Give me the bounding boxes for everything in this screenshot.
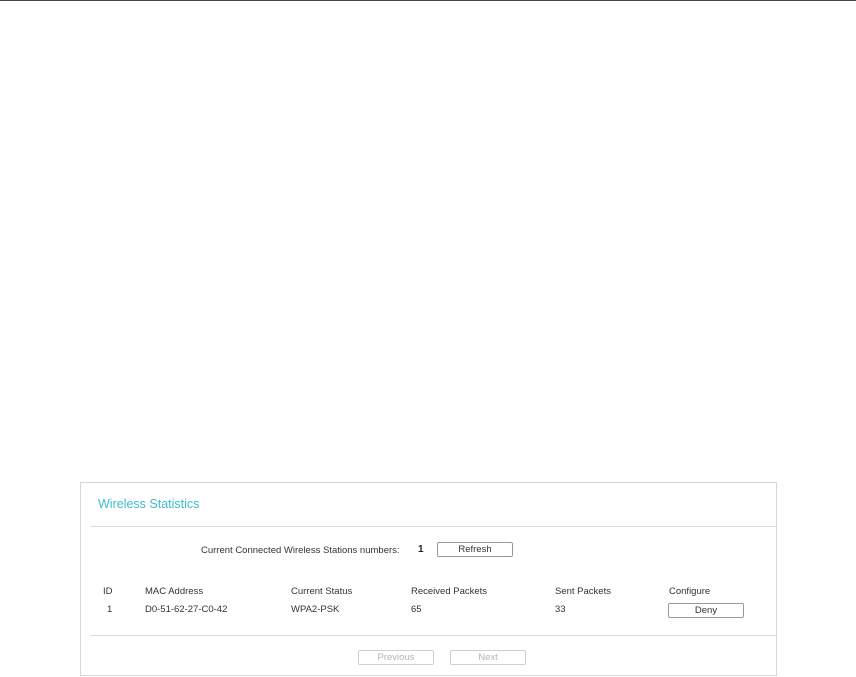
stations-label: Current Connected Wireless Stations numb… — [201, 545, 400, 556]
deny-button[interactable]: Deny — [668, 603, 744, 618]
header-sent-packets: Sent Packets — [555, 586, 611, 597]
title-divider — [90, 526, 776, 527]
cell-sent-packets: 33 — [555, 604, 566, 615]
header-mac-address: MAC Address — [145, 586, 204, 597]
wireless-statistics-panel: Wireless Statistics Current Connected Wi… — [80, 482, 777, 676]
previous-button[interactable]: Previous — [358, 650, 434, 665]
refresh-button[interactable]: Refresh — [437, 542, 513, 557]
cell-id: 1 — [107, 604, 113, 615]
panel-title: Wireless Statistics — [98, 497, 200, 511]
header-received-packets: Received Packets — [411, 586, 488, 597]
header-configure: Configure — [669, 586, 711, 597]
header-id: ID — [103, 586, 113, 597]
stations-count: 1 — [418, 544, 424, 555]
stations-row: Current Connected Wireless Stations numb… — [81, 543, 776, 561]
header-current-status: Current Status — [291, 586, 353, 597]
cell-current-status: WPA2-PSK — [291, 604, 340, 615]
bottom-divider — [90, 635, 776, 636]
next-button[interactable]: Next — [450, 650, 526, 665]
top-rule — [0, 0, 856, 1]
cell-mac-address: D0-51-62-27-C0-42 — [145, 604, 228, 615]
cell-received-packets: 65 — [411, 604, 422, 615]
